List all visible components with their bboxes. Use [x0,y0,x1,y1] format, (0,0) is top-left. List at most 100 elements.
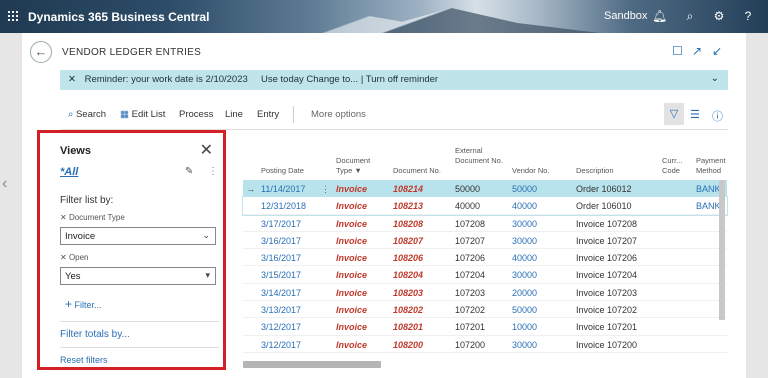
entry-menu[interactable]: Entry [257,109,279,120]
column-header-payment-method[interactable]: Payment Method C... [696,156,730,178]
column-header-external-document-no[interactable]: External Document No. [455,146,503,166]
posting-date-cell[interactable]: 3/13/2017 [261,305,301,315]
info-icon[interactable]: ⓘ [712,108,723,124]
app-title[interactable]: Dynamics 365 Business Central [28,10,209,24]
vertical-scrollbar[interactable] [719,180,725,320]
gear-icon[interactable]: ⚙ [712,9,726,23]
document-no-cell[interactable]: 108207 [393,236,423,246]
app-launcher-icon[interactable] [7,10,19,22]
more-icon[interactable]: ⋮ [208,166,218,177]
chevron-down-icon[interactable]: ⌄ [711,73,719,84]
row-actions-icon[interactable]: ⋮ [321,184,330,195]
posting-date-cell[interactable]: 3/17/2017 [261,219,301,229]
edit-list-icon: ▦ [120,109,129,120]
filter-list-by-label: Filter list by: [60,195,114,206]
table-row[interactable]: 3/12/2017 Invoice 108201 107201 10000 Invoice… [243,318,727,336]
column-header-vendor-no[interactable]: Vendor No. [512,166,550,176]
back-button[interactable]: ← [30,41,52,63]
column-header-document-type[interactable]: Document Type ▼ [336,156,378,176]
vendor-no-cell[interactable]: 30000 [512,219,537,229]
table-row[interactable]: → ⋮ 11/14/2017 Invoice 108214 50000 50000 Order… [243,180,727,198]
posting-date-cell[interactable]: 3/14/2017 [261,288,301,298]
table-row[interactable]: 12/31/2018 Invoice 108213 40000 40000 Order 1… [242,196,728,216]
reset-filters-link[interactable]: Reset filters [60,355,108,365]
chevron-down-icon: ⌄ [202,230,210,240]
help-icon[interactable]: ? [741,9,755,23]
filter-totals-by-link[interactable]: Filter totals by... [60,329,130,340]
vendor-no-cell[interactable]: 30000 [512,340,537,350]
document-no-cell[interactable]: 108214 [393,184,423,194]
posting-date-cell[interactable]: 11/14/2017 [261,184,305,194]
vendor-no-cell[interactable]: 10000 [512,322,537,332]
divider [60,321,219,322]
vendor-no-cell[interactable]: 40000 [512,201,537,211]
document-no-cell[interactable]: 108201 [393,322,423,332]
close-icon[interactable]: ✕ [68,74,76,85]
horizontal-scrollbar[interactable] [243,361,381,368]
external-document-no-cell: 40000 [455,201,481,212]
collapse-icon[interactable]: ↙ [712,44,722,58]
document-no-cell[interactable]: 108203 [393,288,423,298]
vendor-no-cell[interactable]: 40000 [512,253,537,263]
posting-date-cell[interactable]: 3/16/2017 [261,236,301,246]
vendor-no-cell[interactable]: 30000 [512,270,537,280]
document-no-cell[interactable]: 108206 [393,253,423,263]
table-row[interactable]: 3/13/2017 Invoice 108202 107202 50000 Invoice… [243,301,727,319]
description-cell: Invoice 107207 [576,235,638,246]
more-options-button[interactable]: More options [311,109,366,120]
filter-pane-icon[interactable]: ▽ [664,103,684,125]
vendor-no-cell[interactable]: 20000 [512,288,537,298]
view-all[interactable]: *All [60,166,78,178]
posting-date-cell[interactable]: 3/16/2017 [261,253,301,263]
description-cell: Invoice 107206 [576,253,638,264]
document-no-cell[interactable]: 108208 [393,219,423,229]
filter-label-document-type[interactable]: ✕ Document Type [60,213,125,222]
search-button[interactable]: ⌕ Search [68,109,106,120]
payment-method-cell[interactable]: BANK [696,184,721,194]
reminder-separator: | [360,74,364,85]
column-header-posting-date[interactable]: Posting Date [261,166,304,176]
turn-off-reminder-link[interactable]: Turn off reminder [366,74,438,85]
change-to-link[interactable]: Change to... [306,74,358,85]
column-header-document-no[interactable]: Document No. [393,166,441,176]
vendor-no-cell[interactable]: 50000 [512,305,537,315]
table-row[interactable]: 3/12/2017 Invoice 108200 107200 30000 Invoice… [243,336,727,353]
column-header-currency-code[interactable]: Curr... Code [662,156,688,176]
open-filter-select[interactable]: Yes ▾ [60,267,216,285]
table-row[interactable]: 3/14/2017 Invoice 108203 107203 20000 Invoice… [243,284,727,302]
line-menu[interactable]: Line [225,109,243,120]
table-row[interactable]: 3/16/2017 Invoice 108206 107206 40000 Invoice… [243,249,727,267]
bell-icon[interactable]: 🔔︎ [652,9,667,23]
save-view-icon[interactable]: ✎ [185,166,193,177]
bookmark-icon[interactable]: ☐ [672,44,683,58]
table-row[interactable]: 3/16/2017 Invoice 108207 107207 30000 Invoice… [243,232,727,250]
search-icon[interactable]: ⌕ [683,9,697,24]
close-icon[interactable]: ✕ [200,140,213,160]
chevron-left-icon[interactable]: ‹ [2,175,7,193]
table-row[interactable]: 3/15/2017 Invoice 108204 107204 30000 Invoice… [243,266,727,284]
document-no-cell[interactable]: 108213 [393,201,423,211]
document-no-cell[interactable]: 108200 [393,340,423,350]
posting-date-cell[interactable]: 3/12/2017 [261,340,301,350]
posting-date-cell[interactable]: 3/12/2017 [261,322,301,332]
table-body: → ⋮ 11/14/2017 Invoice 108214 50000 50000 Order… [242,180,728,353]
column-header-description[interactable]: Description [576,166,614,176]
add-filter-button[interactable]: + Filter... [65,297,102,311]
document-no-cell[interactable]: 108202 [393,305,423,315]
posting-date-cell[interactable]: 12/31/2018 [261,201,306,211]
vendor-no-cell[interactable]: 50000 [512,184,537,194]
payment-method-cell[interactable]: BANK [696,201,721,211]
posting-date-cell[interactable]: 3/15/2017 [261,270,301,280]
filter-label-open[interactable]: ✕ Open [60,253,89,262]
external-document-no-cell: 107207 [455,235,486,246]
process-menu[interactable]: Process [179,109,213,120]
document-type-filter-input[interactable]: Invoice ⌄ [60,227,216,245]
add-filter-label: Filter... [74,300,102,310]
use-today-link[interactable]: Use today [261,74,304,85]
vendor-no-cell[interactable]: 30000 [512,236,537,246]
document-no-cell[interactable]: 108204 [393,270,423,280]
table-row[interactable]: 3/17/2017 Invoice 108208 107208 30000 Invoice… [243,215,727,232]
list-view-icon[interactable]: ☰ [690,108,700,121]
edit-list-button[interactable]: ▦ Edit List [120,109,165,120]
open-new-window-icon[interactable]: ↗ [692,44,702,58]
